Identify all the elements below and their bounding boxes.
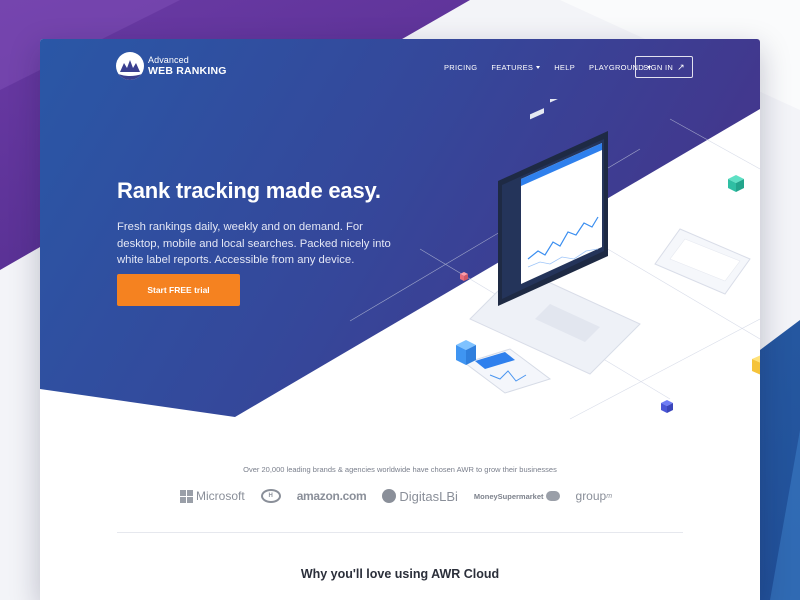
hero-illustration xyxy=(349,99,760,420)
digitas-logo-icon xyxy=(382,489,397,503)
cube-blue-stack xyxy=(456,340,476,365)
client-logo-amazon: amazon.com xyxy=(297,489,367,503)
website-card: Advanced WEB RANKING PRICING FEATURES HE… xyxy=(40,39,760,600)
cube-indigo xyxy=(661,400,673,413)
client-name: amazon.com xyxy=(296,489,367,503)
client-name: Microsoft xyxy=(196,489,245,503)
client-logo-moneysupermarket: MoneySupermarket xyxy=(474,491,560,501)
section-divider xyxy=(117,532,683,533)
sign-in-button[interactable]: SIGN IN ↗ xyxy=(635,56,693,78)
start-free-trial-button[interactable]: Start FREE trial xyxy=(117,274,240,306)
brand-line1: Advanced xyxy=(148,54,189,65)
client-name: MoneySupermarket xyxy=(473,491,544,501)
nav-item-pricing[interactable]: PRICING xyxy=(444,63,477,72)
main-menu: PRICING FEATURES HELP PLAYGROUND xyxy=(444,63,665,72)
brand-logo[interactable]: Advanced WEB RANKING xyxy=(116,52,227,80)
top-navigation: Advanced WEB RANKING PRICING FEATURES HE… xyxy=(40,39,760,95)
client-logo-hsbc: H xyxy=(260,489,281,503)
nav-item-label: HELP xyxy=(554,63,576,72)
sign-in-label: SIGN IN xyxy=(643,62,674,72)
hsbc-logo-icon: H xyxy=(260,489,281,503)
clients-caption: Over 20,000 leading brands & agencies wo… xyxy=(243,465,557,474)
cube-teal xyxy=(728,175,744,192)
client-name-suffix: m xyxy=(606,492,613,500)
arrow-up-right-icon: ↗ xyxy=(677,61,685,72)
nav-item-help[interactable]: HELP xyxy=(554,63,575,72)
client-name: group xyxy=(575,489,607,503)
client-logo-groupm: group m xyxy=(576,489,613,503)
nav-item-features[interactable]: FEATURES xyxy=(491,63,541,72)
moneysupermarket-badge-icon xyxy=(545,491,560,501)
chevron-down-icon xyxy=(536,66,541,69)
client-logo-microsoft: Microsoft xyxy=(180,489,245,503)
nav-item-label: PRICING xyxy=(444,63,478,72)
nav-item-label: FEATURES xyxy=(491,63,534,72)
brand-line2: WEB RANKING xyxy=(148,64,227,77)
client-logo-digitaslbi: DigitasLBi xyxy=(382,489,458,504)
client-name: DigitasLBi xyxy=(399,488,458,504)
cube-pink xyxy=(460,272,468,281)
cube-yellow xyxy=(752,355,760,375)
microsoft-logo-icon xyxy=(180,489,193,503)
section-title: Why you'll love using AWR Cloud xyxy=(300,567,500,581)
crown-logo-icon xyxy=(116,52,144,80)
brand-name: Advanced WEB RANKING xyxy=(148,54,227,77)
client-logos: Microsoft H amazon.com DigitasLBi MoneyS… xyxy=(180,487,628,505)
